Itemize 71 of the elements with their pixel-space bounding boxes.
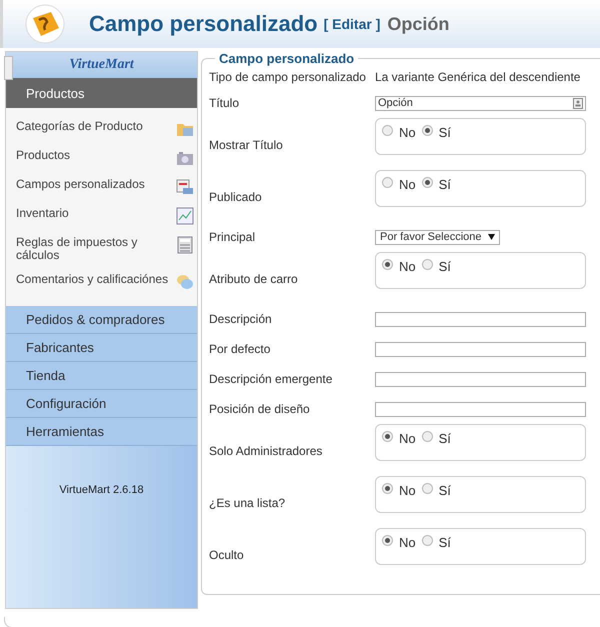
edit-label: [ Editar ] [324, 16, 380, 32]
field-label: Principal [209, 230, 256, 244]
radio-button[interactable] [382, 431, 393, 442]
text-field[interactable]: Opción [375, 96, 586, 110]
radio-label: Sí [438, 177, 451, 192]
field-value: La variante Genérica del descendiente [375, 70, 582, 84]
form-icon [176, 178, 194, 196]
page-title: Campo personalizado [89, 11, 318, 37]
text-field[interactable] [375, 402, 586, 416]
field-label: Por defecto [209, 342, 272, 356]
menu-item[interactable]: Comentarios y calificaciónes [16, 273, 168, 286]
menu-section[interactable]: Fabricantes [6, 334, 197, 362]
dropdown-arrow-icon[interactable] [488, 234, 495, 240]
field-label: Posición de diseño [209, 402, 311, 416]
field-label: Solo Administradores [209, 443, 324, 458]
radio-label: No [399, 177, 416, 192]
radio-button[interactable] [382, 535, 393, 546]
radio-button[interactable] [422, 177, 433, 188]
menu-section[interactable]: Pedidos & compradores [6, 306, 197, 334]
collapse-handle[interactable] [4, 56, 13, 80]
speech-bubble-icon [176, 273, 194, 291]
field-label: Descripción [209, 312, 273, 326]
field-label: Descripción emergente [209, 372, 334, 386]
text-field[interactable] [375, 312, 586, 326]
select-dropdown[interactable]: Por favor Seleccione [375, 230, 500, 244]
radio-button[interactable] [382, 125, 393, 136]
radio-button[interactable] [422, 431, 433, 442]
radio-label: Sí [438, 431, 451, 446]
radio-label: No [399, 125, 416, 140]
menu-item[interactable]: Reglas de impuestos y cálculos [16, 236, 171, 262]
menu-item[interactable]: Inventario [16, 207, 69, 220]
page-subtitle: Opción [387, 14, 450, 34]
field-label: Mostrar Título [209, 137, 284, 152]
menu-section[interactable]: Configuración [6, 390, 197, 418]
field-label: Atributo de carro [209, 271, 299, 286]
field-label: Tipo de campo personalizado [209, 70, 367, 84]
radio-button[interactable] [422, 259, 433, 270]
menu-section[interactable]: Productos [6, 78, 197, 108]
calculator-icon [176, 236, 194, 254]
text-field[interactable] [375, 342, 586, 356]
contact-card-icon[interactable] [573, 98, 583, 108]
field-label: ¿Es una lista? [209, 495, 286, 510]
menu-item[interactable]: Campos personalizados [16, 178, 145, 191]
radio-button[interactable] [382, 177, 393, 188]
radio-button[interactable] [422, 483, 433, 494]
radio-button[interactable] [422, 125, 433, 136]
radio-label: Sí [438, 259, 451, 274]
camera-icon [176, 149, 194, 167]
menu-item[interactable]: Productos [16, 149, 70, 162]
menu-item[interactable]: Categorías de Producto [16, 120, 143, 133]
radio-label: Sí [438, 535, 451, 550]
logo-icon [25, 4, 65, 44]
field-label: Título [209, 96, 240, 110]
field-label: Oculto [209, 547, 245, 562]
version-label: VirtueMart 2.6.18 [59, 484, 144, 498]
radio-label: Sí [438, 483, 451, 498]
menu-section[interactable]: Tienda [6, 362, 197, 390]
menu-section[interactable]: Herramientas [6, 418, 197, 446]
radio-button[interactable] [382, 259, 393, 270]
radio-label: No [399, 535, 416, 550]
chart-icon [176, 207, 194, 225]
radio-label: No [399, 483, 416, 498]
field-label: Publicado [209, 189, 263, 204]
virtuemart-logo: VirtueMart [69, 57, 134, 73]
radio-label: No [399, 259, 416, 274]
section-legend: Campo personalizado [215, 51, 358, 66]
radio-button[interactable] [382, 483, 393, 494]
radio-button[interactable] [422, 535, 433, 546]
radio-label: Sí [438, 125, 451, 140]
radio-label: No [399, 431, 416, 446]
text-field[interactable] [375, 372, 586, 386]
